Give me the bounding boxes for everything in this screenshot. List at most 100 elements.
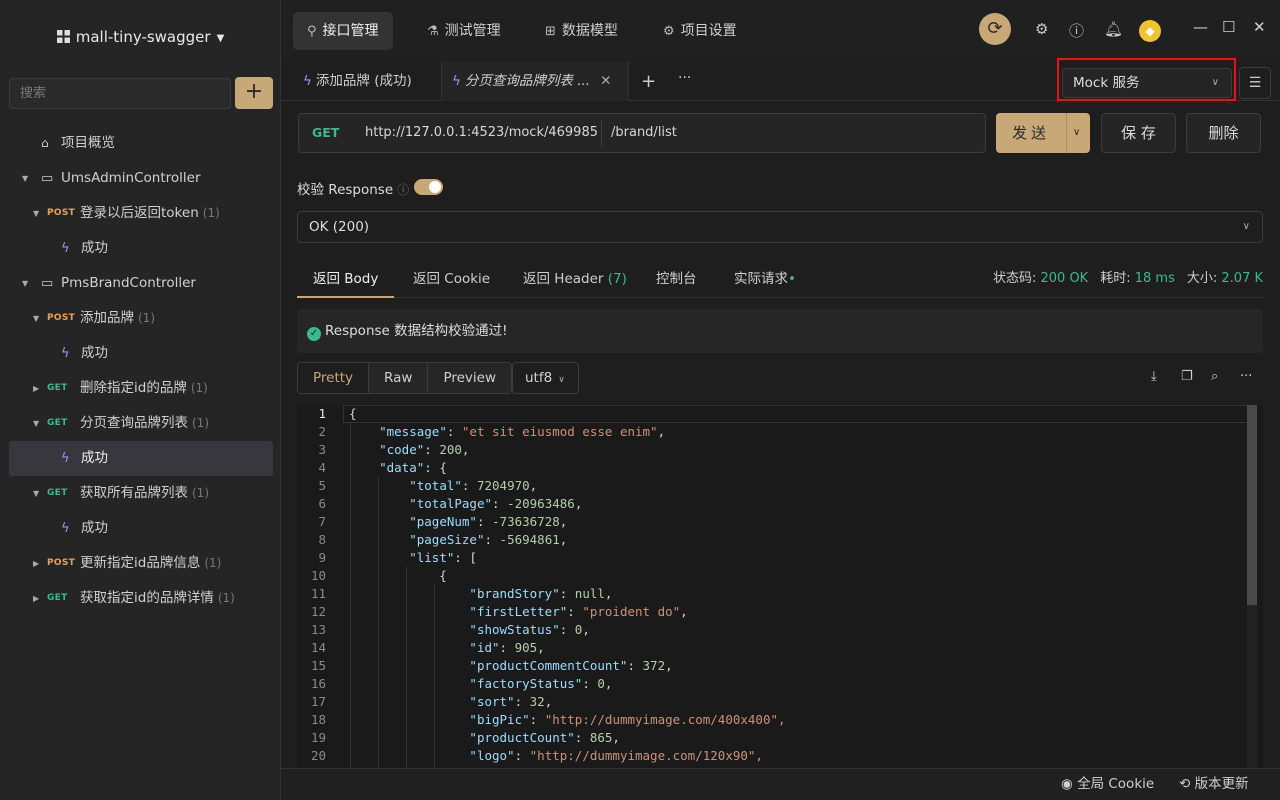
- code-text: "pageNum": -73636728,: [409, 514, 568, 529]
- nav-tab-model[interactable]: ⊞ 数据模型: [531, 12, 632, 50]
- tree-api-item[interactable]: ▼ POST 登录以后返回token (1): [9, 196, 273, 231]
- main-panel: GET http://127.0.0.1:4523/mock/469985 /b…: [281, 101, 1280, 768]
- api-label: 删除指定id的品牌: [80, 380, 187, 396]
- update-button[interactable]: ⟲ 版本更新: [1179, 769, 1249, 800]
- help-icon[interactable]: ⓘ: [1069, 20, 1084, 41]
- caret-down-icon: ▼: [33, 489, 40, 498]
- line-number: 15: [310, 658, 326, 673]
- method-badge: GET: [47, 593, 68, 603]
- add-button[interactable]: +: [235, 77, 273, 109]
- minimize-icon[interactable]: —: [1193, 18, 1208, 36]
- delete-button[interactable]: 删除: [1186, 113, 1261, 153]
- scrollbar-thumb[interactable]: [1247, 405, 1257, 605]
- doc-tab-add-brand[interactable]: ϟ 添加品牌 (成功): [293, 62, 442, 101]
- global-cookie-button[interactable]: ◉ 全局 Cookie: [1061, 769, 1154, 800]
- sync-button[interactable]: ⟳: [979, 13, 1011, 45]
- nav-tab-test[interactable]: ⚗ 测试管理: [413, 12, 515, 50]
- tree-api-item[interactable]: ▶ GET 删除指定id的品牌 (1): [9, 371, 273, 406]
- line-number: 20: [310, 748, 326, 763]
- code-line: 16 "factoryStatus": 0,: [297, 675, 1249, 693]
- tree-folder[interactable]: ▼ ▭ PmsBrandController: [9, 266, 273, 301]
- method-badge: POST: [47, 208, 76, 218]
- settings-icon[interactable]: ⚙: [1035, 20, 1048, 38]
- caret-down-icon: ▼: [22, 174, 29, 183]
- more-icon[interactable]: ···: [1240, 369, 1252, 384]
- tree-folder[interactable]: ▼ ▭ UmsAdminController: [9, 161, 273, 196]
- close-icon[interactable]: ✕: [1253, 18, 1266, 36]
- maximize-icon[interactable]: ☐: [1222, 18, 1235, 36]
- code-line: 10 {: [297, 567, 1249, 585]
- api-tree: ⌂ 项目概览 ▼ ▭ UmsAdminController ▼ POST 登录以后返回to…: [9, 126, 273, 616]
- tree-case-item[interactable]: ϟ 成功: [9, 336, 273, 371]
- status-label: 状态码:: [992, 271, 1037, 286]
- scrollbar[interactable]: [1247, 405, 1257, 768]
- api-label: 获取所有品牌列表: [80, 485, 188, 501]
- close-tab-icon[interactable]: ✕: [600, 73, 611, 89]
- bolt-icon: ϟ: [61, 241, 70, 256]
- case-count: (1): [192, 416, 209, 430]
- view-preview[interactable]: Preview: [428, 363, 512, 393]
- method-badge: POST: [47, 558, 76, 568]
- nav-tab-settings[interactable]: ⚙ 项目设置: [649, 12, 751, 50]
- status-select[interactable]: OK (200) ∨: [297, 211, 1263, 243]
- case-label: 成功: [81, 240, 108, 256]
- tree-api-item[interactable]: ▼ GET 获取所有品牌列表 (1): [9, 476, 273, 511]
- url-path-input[interactable]: /brand/list: [611, 114, 677, 152]
- tree-api-item[interactable]: ▶ GET 获取指定id的品牌详情 (1): [9, 581, 273, 616]
- code-line: 13 "showStatus": 0,: [297, 621, 1249, 639]
- verify-text: 校验 Response: [297, 182, 394, 198]
- api-label: 登录以后返回token: [80, 205, 199, 221]
- tab-header-label: 返回 Header: [523, 271, 604, 287]
- tree-case-item[interactable]: ϟ 成功: [9, 441, 273, 476]
- avatar[interactable]: ◆: [1139, 20, 1161, 42]
- code-line: 19 "productCount": 865,: [297, 729, 1249, 747]
- tree-case-item[interactable]: ϟ 成功: [9, 231, 273, 266]
- search-input[interactable]: 搜索: [9, 78, 231, 109]
- encoding-select[interactable]: utf8 ∨: [512, 362, 579, 394]
- tree-api-item[interactable]: ▶ POST 更新指定id品牌信息 (1): [9, 546, 273, 581]
- project-switcher[interactable]: mall-tiny-swagger ▼: [0, 28, 281, 46]
- search-icon[interactable]: ⌕: [1211, 369, 1218, 384]
- send-button[interactable]: 发送 ∨: [996, 113, 1090, 153]
- tree-item-overview[interactable]: ⌂ 项目概览: [9, 126, 273, 161]
- tab-header[interactable]: 返回 Header (7): [523, 261, 627, 298]
- nav-tab-api[interactable]: ⚲ 接口管理: [293, 12, 393, 50]
- line-number: 6: [318, 496, 326, 511]
- add-tab-icon[interactable]: +: [641, 71, 656, 92]
- tab-console[interactable]: 控制台: [656, 261, 697, 298]
- code-line: 8 "pageSize": -5694861,: [297, 531, 1249, 549]
- tab-body[interactable]: 返回 Body: [297, 261, 395, 298]
- url-bar[interactable]: GET http://127.0.0.1:4523/mock/469985 /b…: [298, 113, 986, 153]
- api-label: 分页查询品牌列表: [80, 415, 188, 431]
- code-line: 12 "firstLetter": "proident do",: [297, 603, 1249, 621]
- download-icon[interactable]: ⤓: [1151, 369, 1157, 384]
- code-line: 4 "data": {: [297, 459, 1249, 477]
- verify-toggle[interactable]: [414, 179, 443, 195]
- doc-tab-brand-list[interactable]: ϟ 分页查询品牌列表 ... ✕: [442, 62, 629, 101]
- bolt-icon: ϟ: [61, 346, 70, 361]
- chevron-down-icon[interactable]: ∨: [1073, 113, 1080, 153]
- more-icon[interactable]: ···: [678, 70, 691, 86]
- status-value: 200 OK: [1040, 271, 1089, 286]
- tree-case-item[interactable]: ϟ 成功: [9, 511, 273, 546]
- project-name: mall-tiny-swagger: [75, 28, 211, 46]
- tab-cookie[interactable]: 返回 Cookie: [413, 261, 490, 298]
- tab-actual-request[interactable]: 实际请求•: [734, 261, 796, 298]
- case-count: (1): [204, 556, 222, 570]
- bolt-icon: ϟ: [452, 73, 461, 89]
- bolt-icon: ϟ: [61, 451, 70, 466]
- code-text: "brandStory": null,: [469, 586, 613, 601]
- tree-api-item[interactable]: ▼ GET 分页查询品牌列表 (1): [9, 406, 273, 441]
- list-icon[interactable]: ☰: [1239, 67, 1271, 99]
- code-viewer[interactable]: 1{2 "message": "et sit eiusmod esse enim…: [297, 405, 1263, 768]
- code-text: "code": 200,: [379, 442, 470, 457]
- view-pretty[interactable]: Pretty: [298, 363, 370, 393]
- save-button[interactable]: 保 存: [1101, 113, 1176, 153]
- copy-icon[interactable]: ❐: [1181, 369, 1193, 384]
- view-raw[interactable]: Raw: [369, 363, 429, 393]
- gear-icon: ⚙: [663, 24, 675, 39]
- line-number: 8: [318, 532, 326, 547]
- bell-icon[interactable]: 🔔︎: [1104, 20, 1123, 38]
- sidebar: mall-tiny-swagger ▼ 搜索 + ⌂ 项目概览 ▼ ▭ UmsAdmi…: [0, 0, 281, 800]
- tree-api-item[interactable]: ▼ POST 添加品牌 (1): [9, 301, 273, 336]
